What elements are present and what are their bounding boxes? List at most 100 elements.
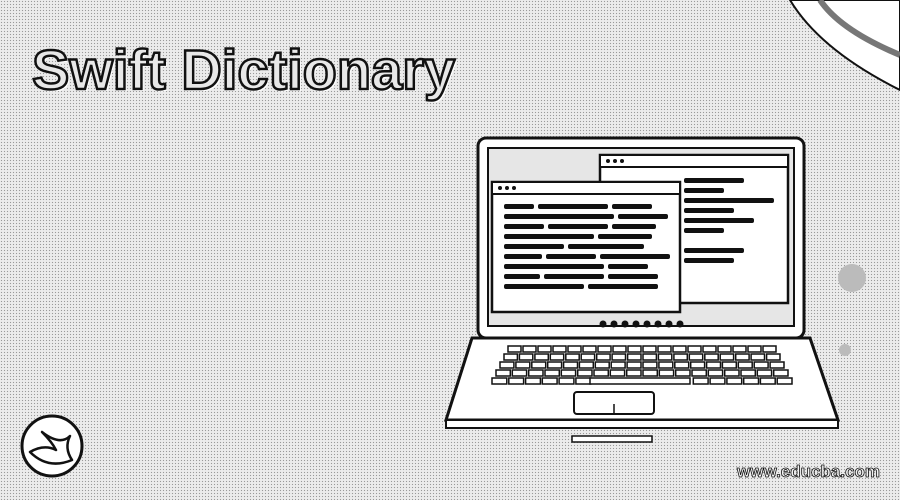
laptop-illustration — [20, 0, 900, 478]
code-line — [504, 244, 564, 249]
keyboard-key — [552, 345, 567, 353]
code-line — [598, 234, 652, 239]
keyboard-key — [541, 377, 558, 385]
code-line — [684, 248, 744, 253]
code-line — [504, 224, 544, 229]
keyboard-key — [691, 369, 708, 377]
keyboard-key — [518, 353, 534, 361]
code-line — [684, 218, 754, 223]
keyboard-key — [688, 353, 704, 361]
code-line — [684, 208, 734, 213]
keyboard-key — [704, 353, 719, 361]
code-line — [608, 264, 648, 269]
keyboard-key — [742, 377, 760, 385]
code-line — [504, 264, 604, 269]
keyboard-key — [689, 361, 706, 369]
keyboard-key — [657, 353, 673, 361]
code-line — [544, 274, 604, 279]
keyboard-key — [642, 369, 659, 377]
keyboard-key — [609, 369, 626, 377]
keyboard-key — [594, 361, 610, 369]
website-url: www.educba.com — [737, 462, 881, 482]
keyboard-key — [524, 377, 542, 385]
keyboard-key — [672, 345, 687, 353]
keyboard-key — [737, 361, 753, 369]
code-line — [612, 224, 656, 229]
keyboard-key — [692, 377, 709, 385]
keyboard-key — [753, 361, 769, 369]
keyboard-key — [580, 353, 596, 361]
keyboard-key — [576, 369, 593, 377]
keyboard-key — [575, 377, 592, 385]
keyboard-key — [658, 361, 674, 369]
keyboard-key — [769, 361, 785, 369]
code-line — [618, 214, 668, 219]
keyboard-key — [702, 345, 717, 353]
keyboard-key — [687, 345, 702, 353]
keyboard-key — [597, 345, 612, 353]
keyboard-key — [657, 345, 672, 353]
keyboard-key — [612, 345, 627, 353]
keyboard-key — [578, 361, 595, 369]
keyboard-key — [759, 377, 776, 385]
code-line — [684, 188, 724, 193]
code-line — [600, 254, 670, 259]
keyboard-key — [495, 369, 512, 377]
keyboard-key — [507, 345, 522, 353]
code-line — [684, 258, 734, 263]
keyboard-key — [549, 353, 565, 361]
keyboard-key — [717, 345, 732, 353]
keyboard-key — [750, 353, 766, 361]
code-line — [504, 214, 614, 219]
keyboard-key — [562, 361, 579, 369]
code-line — [588, 284, 658, 289]
keyboard-key — [642, 361, 658, 369]
keyboard-key — [499, 361, 515, 369]
keyboard-key — [565, 353, 580, 361]
code-line — [684, 178, 744, 183]
keyboard-key — [595, 353, 611, 361]
code-line — [608, 274, 658, 279]
keyboard-key — [558, 377, 575, 385]
keyboard-key — [515, 361, 531, 369]
keyboard-key — [534, 353, 550, 361]
keyboard-key — [627, 345, 642, 353]
code-line — [612, 204, 652, 209]
keyboard-key — [582, 345, 597, 353]
keyboard-key — [527, 369, 544, 377]
keyboard-key — [610, 361, 626, 369]
keyboard-key — [719, 353, 735, 361]
code-line — [504, 284, 584, 289]
keyboard-key — [721, 361, 738, 369]
keyboard-key — [705, 361, 722, 369]
decorative-swoosh — [788, 0, 900, 92]
keyboard-key — [674, 369, 691, 377]
keyboard-key — [747, 345, 762, 353]
keyboard-key — [546, 361, 563, 369]
keyboard-key — [537, 345, 552, 353]
decorative-dot — [839, 344, 851, 356]
code-line — [568, 244, 644, 249]
keyboard-key — [756, 369, 773, 377]
keyboard-key — [709, 377, 726, 385]
keyboard-key — [765, 353, 781, 361]
keyboard-key — [593, 369, 610, 377]
code-line — [504, 204, 534, 209]
code-window-icon — [490, 180, 682, 314]
decorative-dot — [838, 264, 866, 292]
keyboard-key — [611, 353, 627, 361]
keyboard-key — [508, 377, 525, 385]
keyboard-key — [491, 377, 508, 385]
code-line — [504, 274, 540, 279]
keyboard-key — [726, 377, 743, 385]
spacebar-key — [589, 377, 691, 385]
keyboard-key — [707, 369, 724, 377]
keyboard-key — [762, 345, 777, 353]
keyboard-key — [626, 361, 642, 369]
code-line — [504, 254, 542, 259]
keyboard-key — [673, 353, 689, 361]
keyboard-key — [626, 353, 642, 361]
keyboard-key — [567, 345, 582, 353]
keyboard-key — [642, 353, 658, 361]
keyboard-key — [740, 369, 757, 377]
